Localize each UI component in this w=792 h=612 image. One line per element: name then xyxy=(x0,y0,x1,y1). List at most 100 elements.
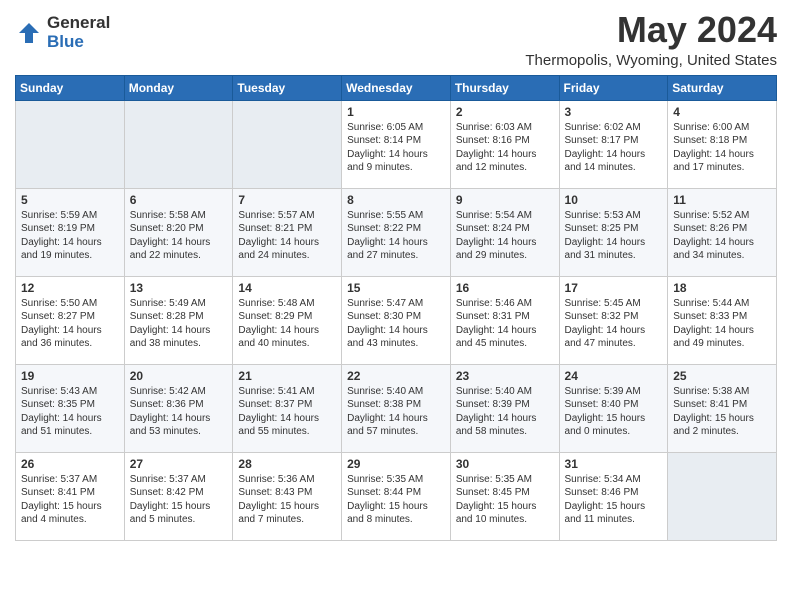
cell-content: Sunrise: 5:58 AM Sunset: 8:20 PM Dayligh… xyxy=(130,209,228,263)
day-number: 7 xyxy=(238,193,336,207)
calendar-cell: 8 Sunrise: 5:55 AM Sunset: 8:22 PM Daylig… xyxy=(342,188,451,276)
day-number: 3 xyxy=(565,105,663,119)
day-number: 14 xyxy=(238,281,336,295)
calendar-cell xyxy=(16,100,125,188)
cell-content: Sunrise: 6:00 AM Sunset: 8:18 PM Dayligh… xyxy=(673,121,771,175)
calendar-cell: 15Sunrise: 5:47 AM Sunset: 8:30 PM Dayli… xyxy=(342,276,451,364)
calendar-cell: 18 Sunrise: 5:44 AM Sunset: 8:33 PM Dayli… xyxy=(668,276,777,364)
logo-icon xyxy=(15,19,43,47)
calendar-cell: 7 Sunrise: 5:57 AM Sunset: 8:21 PM Daylig… xyxy=(233,188,342,276)
day-number: 16 xyxy=(456,281,554,295)
day-number: 1 xyxy=(347,105,445,119)
day-number: 10 xyxy=(565,193,663,207)
day-number: 8 xyxy=(347,193,445,207)
day-number: 20 xyxy=(130,369,228,383)
calendar-cell: 14 Sunrise: 5:48 AM Sunset: 8:29 PM Dayli… xyxy=(233,276,342,364)
day-header-sunday: Sunday xyxy=(16,75,125,100)
cell-content: Sunrise: 5:53 AM Sunset: 8:25 PM Dayligh… xyxy=(565,209,663,263)
month-title: May 2024 xyxy=(525,10,777,50)
calendar-table: SundayMondayTuesdayWednesdayThursdayFrid… xyxy=(15,75,777,541)
day-header-saturday: Saturday xyxy=(668,75,777,100)
day-number: 29 xyxy=(347,457,445,471)
calendar-cell: 5 Sunrise: 5:59 AM Sunset: 8:19 PM Daylig… xyxy=(16,188,125,276)
day-header-wednesday: Wednesday xyxy=(342,75,451,100)
day-number: 5 xyxy=(21,193,119,207)
cell-content: Sunrise: 5:59 AM Sunset: 8:19 PM Dayligh… xyxy=(21,209,119,263)
calendar-cell: 12Sunrise: 5:50 AM Sunset: 8:27 PM Dayli… xyxy=(16,276,125,364)
calendar-cell: 13 Sunrise: 5:49 AM Sunset: 8:28 PM Dayli… xyxy=(124,276,233,364)
calendar-cell: 9 Sunrise: 5:54 AM Sunset: 8:24 PM Daylig… xyxy=(450,188,559,276)
location-title: Thermopolis, Wyoming, United States xyxy=(525,52,777,69)
calendar-cell: 30 Sunrise: 5:35 AM Sunset: 8:45 PM Dayli… xyxy=(450,452,559,540)
calendar-cell: 28 Sunrise: 5:36 AM Sunset: 8:43 PM Dayli… xyxy=(233,452,342,540)
cell-content: Sunrise: 5:48 AM Sunset: 8:29 PM Dayligh… xyxy=(238,297,336,351)
day-number: 30 xyxy=(456,457,554,471)
day-number: 4 xyxy=(673,105,771,119)
day-header-friday: Friday xyxy=(559,75,668,100)
calendar-cell: 3 Sunrise: 6:02 AM Sunset: 8:17 PM Daylig… xyxy=(559,100,668,188)
day-number: 13 xyxy=(130,281,228,295)
cell-content: Sunrise: 5:35 AM Sunset: 8:44 PM Dayligh… xyxy=(347,473,445,527)
cell-content: Sunrise: 5:49 AM Sunset: 8:28 PM Dayligh… xyxy=(130,297,228,351)
calendar-cell: 4 Sunrise: 6:00 AM Sunset: 8:18 PM Daylig… xyxy=(668,100,777,188)
day-number: 31 xyxy=(565,457,663,471)
calendar-cell: 29 Sunrise: 5:35 AM Sunset: 8:44 PM Dayli… xyxy=(342,452,451,540)
cell-content: Sunrise: 5:57 AM Sunset: 8:21 PM Dayligh… xyxy=(238,209,336,263)
calendar-cell: 26Sunrise: 5:37 AM Sunset: 8:41 PM Dayli… xyxy=(16,452,125,540)
calendar-cell: 27 Sunrise: 5:37 AM Sunset: 8:42 PM Dayli… xyxy=(124,452,233,540)
day-number: 28 xyxy=(238,457,336,471)
calendar-body: 1 Sunrise: 6:05 AM Sunset: 8:14 PM Daylig… xyxy=(16,100,777,540)
cell-content: Sunrise: 5:50 AM Sunset: 8:27 PM Dayligh… xyxy=(21,297,119,351)
calendar-cell: 10 Sunrise: 5:53 AM Sunset: 8:25 PM Dayli… xyxy=(559,188,668,276)
cell-content: Sunrise: 5:36 AM Sunset: 8:43 PM Dayligh… xyxy=(238,473,336,527)
calendar-week-row: 26Sunrise: 5:37 AM Sunset: 8:41 PM Dayli… xyxy=(16,452,777,540)
calendar-header-row: SundayMondayTuesdayWednesdayThursdayFrid… xyxy=(16,75,777,100)
calendar-cell: 22Sunrise: 5:40 AM Sunset: 8:38 PM Dayli… xyxy=(342,364,451,452)
cell-content: Sunrise: 5:40 AM Sunset: 8:38 PM Dayligh… xyxy=(347,385,445,439)
day-header-thursday: Thursday xyxy=(450,75,559,100)
calendar-cell: 11Sunrise: 5:52 AM Sunset: 8:26 PM Dayli… xyxy=(668,188,777,276)
day-number: 15 xyxy=(347,281,445,295)
cell-content: Sunrise: 5:39 AM Sunset: 8:40 PM Dayligh… xyxy=(565,385,663,439)
day-number: 25 xyxy=(673,369,771,383)
cell-content: Sunrise: 5:45 AM Sunset: 8:32 PM Dayligh… xyxy=(565,297,663,351)
cell-content: Sunrise: 5:35 AM Sunset: 8:45 PM Dayligh… xyxy=(456,473,554,527)
logo-general-text: General xyxy=(47,14,110,33)
cell-content: Sunrise: 5:55 AM Sunset: 8:22 PM Dayligh… xyxy=(347,209,445,263)
day-number: 23 xyxy=(456,369,554,383)
cell-content: Sunrise: 6:02 AM Sunset: 8:17 PM Dayligh… xyxy=(565,121,663,175)
day-header-tuesday: Tuesday xyxy=(233,75,342,100)
calendar-cell: 23 Sunrise: 5:40 AM Sunset: 8:39 PM Dayli… xyxy=(450,364,559,452)
day-number: 19 xyxy=(21,369,119,383)
calendar-cell xyxy=(233,100,342,188)
cell-content: Sunrise: 6:05 AM Sunset: 8:14 PM Dayligh… xyxy=(347,121,445,175)
calendar-cell: 6Sunrise: 5:58 AM Sunset: 8:20 PM Daylig… xyxy=(124,188,233,276)
day-number: 9 xyxy=(456,193,554,207)
calendar-cell xyxy=(124,100,233,188)
day-number: 24 xyxy=(565,369,663,383)
logo-text: General Blue xyxy=(47,14,110,51)
cell-content: Sunrise: 5:46 AM Sunset: 8:31 PM Dayligh… xyxy=(456,297,554,351)
cell-content: Sunrise: 5:44 AM Sunset: 8:33 PM Dayligh… xyxy=(673,297,771,351)
cell-content: Sunrise: 5:52 AM Sunset: 8:26 PM Dayligh… xyxy=(673,209,771,263)
logo: General Blue xyxy=(15,14,110,51)
day-number: 18 xyxy=(673,281,771,295)
calendar-cell: 17Sunrise: 5:45 AM Sunset: 8:32 PM Dayli… xyxy=(559,276,668,364)
cell-content: Sunrise: 5:40 AM Sunset: 8:39 PM Dayligh… xyxy=(456,385,554,439)
calendar-cell: 2Sunrise: 6:03 AM Sunset: 8:16 PM Daylig… xyxy=(450,100,559,188)
cell-content: Sunrise: 5:54 AM Sunset: 8:24 PM Dayligh… xyxy=(456,209,554,263)
day-number: 27 xyxy=(130,457,228,471)
calendar-cell: 21Sunrise: 5:41 AM Sunset: 8:37 PM Dayli… xyxy=(233,364,342,452)
calendar-cell: 24 Sunrise: 5:39 AM Sunset: 8:40 PM Dayli… xyxy=(559,364,668,452)
cell-content: Sunrise: 5:37 AM Sunset: 8:42 PM Dayligh… xyxy=(130,473,228,527)
cell-content: Sunrise: 5:41 AM Sunset: 8:37 PM Dayligh… xyxy=(238,385,336,439)
header: General Blue May 2024 Thermopolis, Wyomi… xyxy=(15,10,777,69)
calendar-cell: 16 Sunrise: 5:46 AM Sunset: 8:31 PM Dayli… xyxy=(450,276,559,364)
cell-content: Sunrise: 5:34 AM Sunset: 8:46 PM Dayligh… xyxy=(565,473,663,527)
calendar-cell: 20Sunrise: 5:42 AM Sunset: 8:36 PM Dayli… xyxy=(124,364,233,452)
calendar-week-row: 1 Sunrise: 6:05 AM Sunset: 8:14 PM Daylig… xyxy=(16,100,777,188)
calendar-week-row: 19Sunrise: 5:43 AM Sunset: 8:35 PM Dayli… xyxy=(16,364,777,452)
calendar-cell: 19Sunrise: 5:43 AM Sunset: 8:35 PM Dayli… xyxy=(16,364,125,452)
calendar-week-row: 5 Sunrise: 5:59 AM Sunset: 8:19 PM Daylig… xyxy=(16,188,777,276)
title-block: May 2024 Thermopolis, Wyoming, United St… xyxy=(525,10,777,69)
